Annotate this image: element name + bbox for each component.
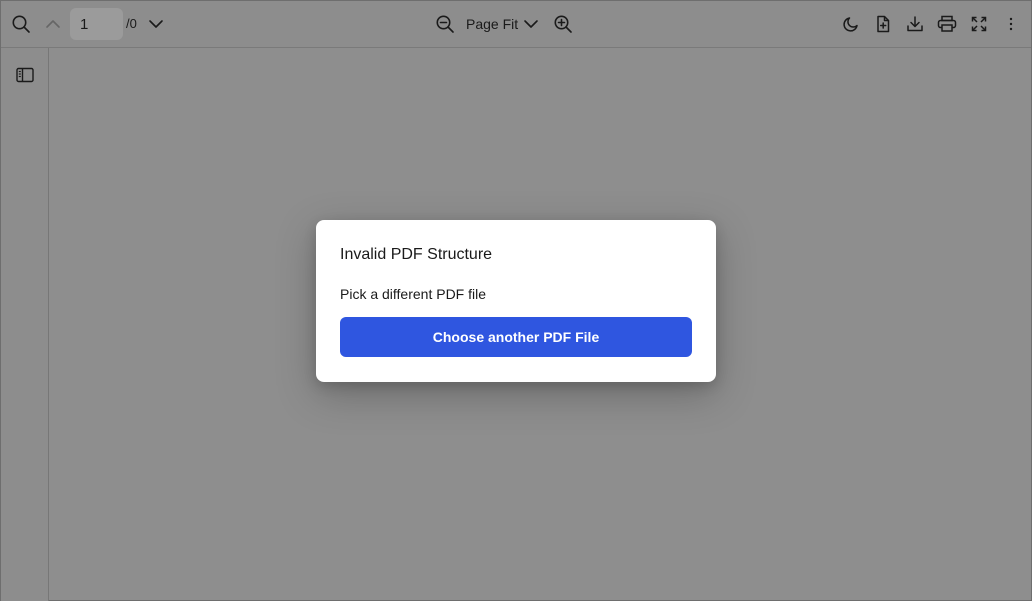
dark-mode-button[interactable] [836, 9, 866, 39]
sidebar-toggle-button[interactable] [11, 61, 39, 89]
search-icon [12, 15, 30, 33]
pdf-viewer-app: /0 Page Fit [0, 0, 1032, 601]
error-dialog: Invalid PDF Structure Pick a different P… [316, 220, 716, 382]
page-total: /0 [126, 16, 137, 31]
file-plus-icon [877, 15, 890, 33]
chevron-up-icon [46, 20, 60, 28]
printer-icon [937, 15, 957, 32]
toolbar: /0 Page Fit [1, 1, 1031, 48]
open-file-button[interactable] [868, 9, 898, 39]
sidebar [1, 48, 49, 601]
zoom-in-button[interactable] [548, 9, 578, 39]
more-options-button[interactable] [996, 9, 1026, 39]
choose-another-file-button[interactable]: Choose another PDF File [340, 317, 692, 357]
zoom-out-button[interactable] [430, 9, 460, 39]
sidebar-toggle-icon [16, 67, 34, 83]
search-button[interactable] [6, 9, 36, 39]
chevron-down-icon [524, 20, 538, 28]
zoom-in-icon [554, 15, 572, 33]
fullscreen-button[interactable] [964, 9, 994, 39]
previous-page-button[interactable] [38, 9, 68, 39]
zoom-out-icon [436, 15, 454, 33]
fullscreen-icon [971, 16, 987, 32]
print-button[interactable] [932, 9, 962, 39]
more-vertical-icon [1009, 17, 1013, 31]
download-button[interactable] [900, 9, 930, 39]
dialog-message: Pick a different PDF file [340, 286, 487, 302]
chevron-down-icon [149, 20, 163, 28]
zoom-level-label: Page Fit [466, 16, 519, 32]
dialog-title: Invalid PDF Structure [340, 246, 493, 263]
moon-icon [843, 17, 858, 32]
zoom-level-dropdown[interactable]: Page Fit [461, 9, 540, 39]
page-number-input[interactable] [70, 8, 123, 40]
download-icon [907, 16, 923, 32]
next-page-button[interactable] [141, 9, 171, 39]
